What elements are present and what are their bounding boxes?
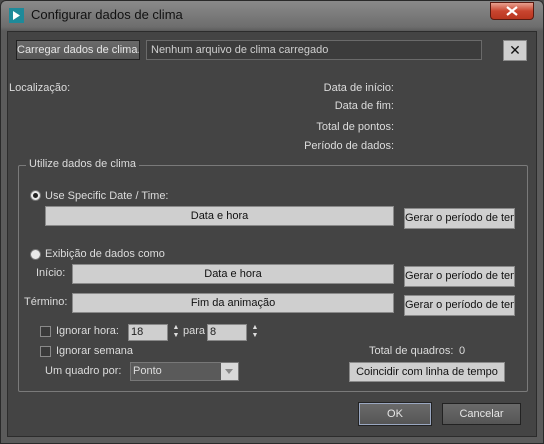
display-data-radio-label[interactable]: Exibição de dados como <box>45 248 165 260</box>
spinner-up-icon[interactable]: ▲ <box>171 324 181 332</box>
load-weather-data-button[interactable]: Carregar dados de clima... <box>16 40 140 60</box>
ignore-hours-to-spinner[interactable]: 8 ▲ ▼ <box>207 324 261 341</box>
window-close-button[interactable] <box>490 2 534 20</box>
weather-dialog-window: Configurar dados de clima Carregar dados… <box>0 0 544 444</box>
close-icon <box>506 6 518 16</box>
ignore-hours-label[interactable]: Ignorar hora: <box>56 325 119 337</box>
clear-weather-file-button[interactable]: ✕ <box>503 40 527 61</box>
specific-date-radio[interactable] <box>30 190 41 201</box>
ignore-hours-checkbox[interactable] <box>40 326 51 337</box>
ignore-hours-from-input[interactable]: 18 <box>128 324 168 341</box>
total-frames-value: 0 <box>459 345 466 357</box>
weather-file-status-field: Nenhum arquivo de clima carregado <box>146 40 482 60</box>
end-generate-range-button[interactable]: Gerar o período de tempo <box>404 295 515 316</box>
group-title: Utilize dados de clima <box>26 158 139 170</box>
app-logo-icon <box>9 8 24 23</box>
ignore-hours-to-input[interactable]: 8 <box>207 324 247 341</box>
spinner-arrows[interactable]: ▲ ▼ <box>250 324 260 341</box>
to-label: para <box>183 325 206 337</box>
cancel-button[interactable]: Cancelar <box>442 403 521 425</box>
end-label: Término: <box>24 296 68 308</box>
start-date-label: Data de início: <box>323 82 394 94</box>
end-animation-button[interactable]: Fim da animação <box>72 293 394 313</box>
spinner-down-icon[interactable]: ▼ <box>250 332 260 340</box>
ignore-week-label[interactable]: Ignorar semana <box>56 345 133 357</box>
start-generate-range-button[interactable]: Gerar o período de tempo <box>404 266 515 287</box>
frame-per-label: Um quadro por: <box>45 365 122 377</box>
title-bar[interactable]: Configurar dados de clima <box>1 1 543 31</box>
clear-icon: ✕ <box>509 42 521 58</box>
total-points-label: Total de pontos: <box>316 121 394 133</box>
total-frames-label: Total de quadros: <box>369 345 454 357</box>
specific-generate-range-button[interactable]: Gerar o período de tempo <box>404 208 515 229</box>
start-date-time-button[interactable]: Data e hora <box>72 264 394 284</box>
window-title: Configurar dados de clima <box>31 7 183 22</box>
ignore-hours-from-spinner[interactable]: 18 ▲ ▼ <box>128 324 182 341</box>
frame-per-value[interactable]: Ponto <box>131 363 221 380</box>
chevron-down-icon[interactable] <box>225 369 233 374</box>
location-label: Localização: <box>9 82 71 94</box>
ignore-week-checkbox[interactable] <box>40 346 51 357</box>
display-data-radio[interactable] <box>30 249 41 260</box>
frame-per-dropdown[interactable]: Ponto <box>130 362 239 381</box>
spinner-down-icon[interactable]: ▼ <box>171 332 181 340</box>
dialog-content: Carregar dados de clima... Nenhum arquiv… <box>7 31 537 437</box>
ok-button[interactable]: OK <box>358 402 432 426</box>
start-label: Início: <box>36 267 66 279</box>
match-timeline-button[interactable]: Coincidir com linha de tempo <box>349 362 505 382</box>
data-period-label: Período de dados: <box>304 140 394 152</box>
end-date-label: Data de fim: <box>334 100 394 112</box>
spinner-arrows[interactable]: ▲ ▼ <box>171 324 181 341</box>
specific-date-time-button[interactable]: Data e hora <box>45 206 394 226</box>
spinner-up-icon[interactable]: ▲ <box>250 324 260 332</box>
specific-date-radio-label[interactable]: Use Specific Date / Time: <box>45 190 169 202</box>
